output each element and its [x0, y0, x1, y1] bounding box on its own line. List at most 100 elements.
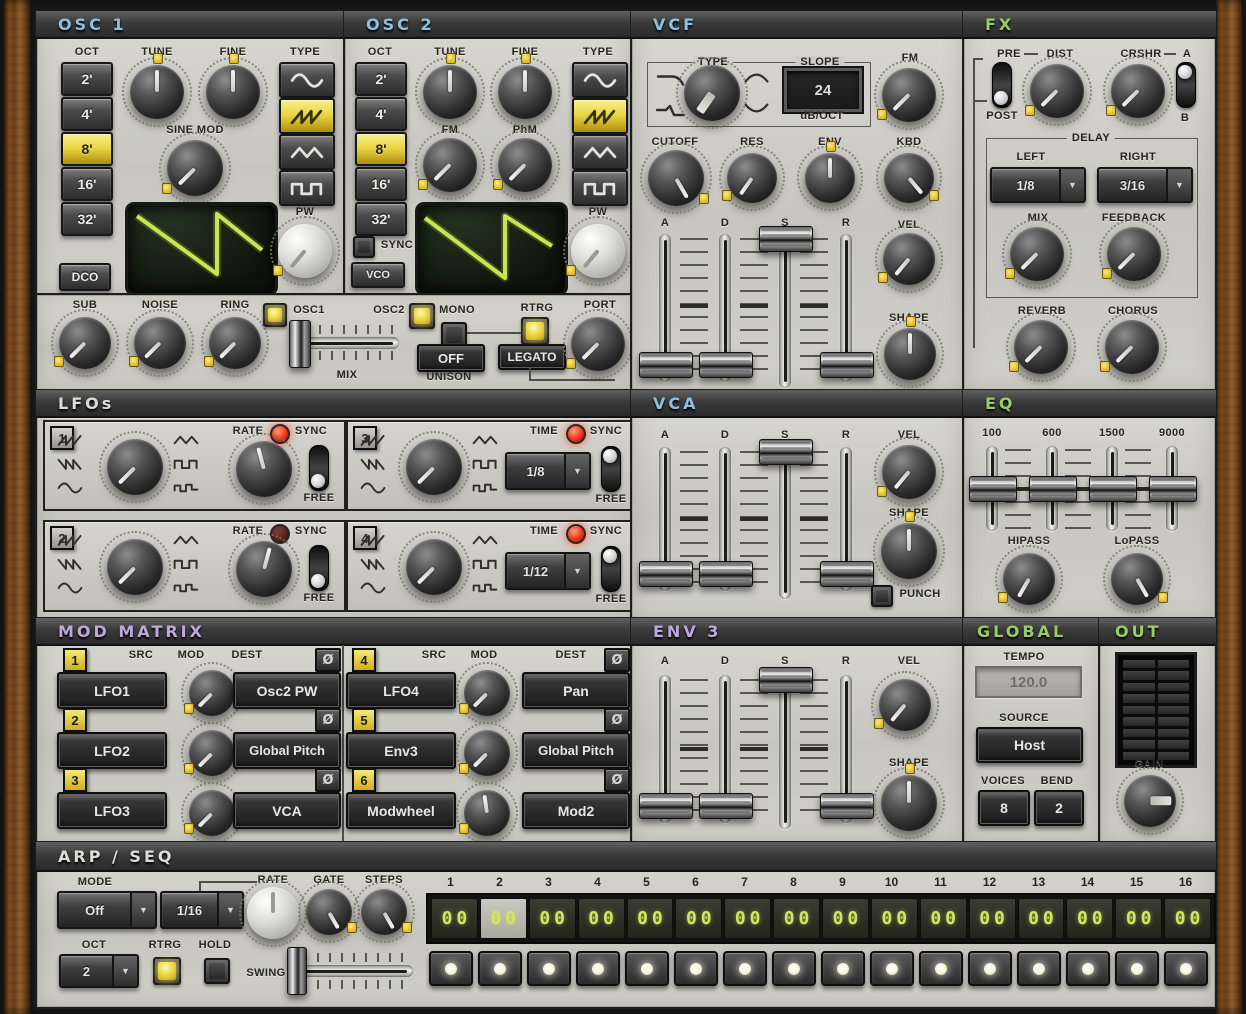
step-button-13[interactable]	[1017, 951, 1061, 986]
mm-row6-mod-knob[interactable]	[464, 790, 510, 836]
global-voices-button[interactable]: 8	[978, 790, 1030, 826]
env3-vel-knob[interactable]	[879, 679, 931, 731]
osc1-dco-button[interactable]: DCO	[59, 263, 111, 291]
osc1-wave-sine-button[interactable]	[279, 62, 335, 98]
fx-ab-toggle[interactable]	[1176, 62, 1196, 108]
osc2-oct-4-button[interactable]: 4'	[355, 97, 407, 131]
mm-row5-bypass-icon[interactable]: Ø	[604, 708, 630, 732]
lfo3-time-dropdown[interactable]: 1/8 ▼	[505, 452, 591, 490]
vcf-attack-handle[interactable]	[639, 352, 693, 378]
step-button-14[interactable]	[1066, 951, 1110, 986]
fx-prepost-toggle[interactable]	[992, 62, 1012, 108]
osc2-vco-button[interactable]: VCO	[351, 262, 405, 288]
osc2-sync-checkbox[interactable]	[353, 236, 375, 258]
step-button-16[interactable]	[1164, 951, 1208, 986]
vcf-type-knob[interactable]	[684, 65, 740, 121]
osc2-wave-sine-button[interactable]	[572, 62, 628, 98]
lfo3-sync-free-toggle[interactable]	[601, 446, 621, 492]
vca-vel-knob[interactable]	[882, 445, 936, 499]
eq-1500-handle[interactable]	[1089, 476, 1137, 502]
step-button-5[interactable]	[625, 951, 669, 986]
osc1-pw-knob[interactable]	[278, 224, 332, 278]
eq-lopass-knob[interactable]	[1111, 553, 1163, 605]
step-value-11[interactable]: 00	[920, 898, 967, 939]
mm-row3-src-button[interactable]: LFO3	[57, 792, 167, 829]
osc1-oct-2-button[interactable]: 2'	[61, 62, 113, 96]
arp-mode-dropdown[interactable]: Off ▼	[57, 891, 157, 929]
osc1-oct-8-button[interactable]: 8'	[61, 132, 113, 166]
osc2-oct-2-button[interactable]: 2'	[355, 62, 407, 96]
sub-knob[interactable]	[59, 317, 111, 369]
osc1-oct-16-button[interactable]: 16'	[61, 167, 113, 201]
vcf-decay-handle[interactable]	[699, 352, 753, 378]
lfo4-time-dropdown[interactable]: 1/12 ▼	[505, 552, 591, 590]
arp-rate-dropdown[interactable]: 1/16 ▼	[160, 891, 244, 929]
mm-row4-bypass-icon[interactable]: Ø	[604, 648, 630, 672]
dropdown-arrow-icon[interactable]: ▼	[114, 956, 137, 986]
global-bend-button[interactable]: 2	[1034, 790, 1084, 826]
vca-decay-handle[interactable]	[699, 561, 753, 587]
step-value-2[interactable]: 00	[480, 898, 527, 939]
step-value-4[interactable]: 00	[578, 898, 625, 939]
osc2-tune-knob[interactable]	[423, 65, 477, 119]
fx-delay-feedback-knob[interactable]	[1107, 227, 1161, 281]
lfo2-rate-knob[interactable]	[236, 541, 292, 597]
dropdown-arrow-icon[interactable]: ▼	[1061, 169, 1084, 201]
mm-row5-src-button[interactable]: Env3	[346, 732, 456, 769]
mm-row6-bypass-icon[interactable]: Ø	[604, 768, 630, 792]
mm-row5-dest-button[interactable]: Global Pitch	[522, 732, 630, 769]
step-value-1[interactable]: 00	[431, 898, 478, 939]
mm-row6-dest-button[interactable]: Mod2	[522, 792, 630, 829]
osc2-phm-knob[interactable]	[498, 138, 552, 192]
step-button-8[interactable]	[772, 951, 816, 986]
mm-row5-mod-knob[interactable]	[464, 730, 510, 776]
noise-knob[interactable]	[134, 317, 186, 369]
vca-sustain-handle[interactable]	[759, 439, 813, 465]
step-value-14[interactable]: 00	[1066, 898, 1113, 939]
lfo2-sync-free-toggle[interactable]	[309, 545, 329, 591]
mm-row3-mod-knob[interactable]	[189, 790, 235, 836]
arp-hold-button[interactable]	[204, 958, 230, 984]
step-value-12[interactable]: 00	[969, 898, 1016, 939]
lfo1-sync-free-toggle[interactable]	[309, 445, 329, 491]
env3-sustain-slider[interactable]	[779, 671, 791, 829]
eq-100-handle[interactable]	[969, 476, 1017, 502]
vcf-release-handle[interactable]	[820, 352, 874, 378]
dropdown-arrow-icon[interactable]: ▼	[566, 554, 589, 588]
arp-steps-knob[interactable]	[361, 889, 407, 935]
mm-row4-src-button[interactable]: LFO4	[346, 672, 456, 709]
mm-row2-src-button[interactable]: LFO2	[57, 732, 167, 769]
port-knob[interactable]	[571, 317, 625, 371]
ring-knob[interactable]	[209, 317, 261, 369]
dropdown-arrow-icon[interactable]: ▼	[566, 454, 589, 488]
mm-row1-bypass-icon[interactable]: Ø	[315, 648, 341, 672]
lfo4-sync-free-toggle[interactable]	[601, 546, 621, 592]
arp-gate-knob[interactable]	[306, 889, 352, 935]
vcf-fm-knob[interactable]	[882, 68, 936, 122]
fx-chorus-knob[interactable]	[1105, 320, 1159, 374]
mm-row1-dest-button[interactable]: Osc2 PW	[233, 672, 341, 709]
mm-row4-dest-button[interactable]: Pan	[522, 672, 630, 709]
step-value-15[interactable]: 00	[1115, 898, 1162, 939]
global-tempo-display[interactable]: 120.0	[975, 666, 1082, 698]
vcf-cutoff-knob[interactable]	[648, 150, 704, 206]
mm-row2-bypass-icon[interactable]: Ø	[315, 708, 341, 732]
step-value-13[interactable]: 00	[1018, 898, 1065, 939]
osc1-wave-saw-button[interactable]	[279, 98, 335, 134]
osc1-fine-knob[interactable]	[206, 65, 260, 119]
mm-row1-mod-knob[interactable]	[189, 670, 235, 716]
legato-button[interactable]: LEGATO	[498, 344, 566, 370]
mm-row6-src-button[interactable]: Modwheel	[346, 792, 456, 829]
out-gain-knob[interactable]	[1124, 775, 1176, 827]
fx-delay-left-dropdown[interactable]: 1/8 ▼	[990, 167, 1086, 203]
osc2-wave-square-button[interactable]	[572, 170, 628, 206]
unison-value-button[interactable]: OFF	[417, 344, 485, 372]
mm-row1-src-button[interactable]: LFO1	[57, 672, 167, 709]
lfo1-rate-knob[interactable]	[236, 441, 292, 497]
vca-shape-knob[interactable]	[881, 523, 937, 579]
step-button-10[interactable]	[870, 951, 914, 986]
step-button-11[interactable]	[919, 951, 963, 986]
lfo4-wave-selector-knob[interactable]	[406, 539, 462, 595]
osc1-oct-4-button[interactable]: 4'	[61, 97, 113, 131]
env3-decay-handle[interactable]	[699, 793, 753, 819]
